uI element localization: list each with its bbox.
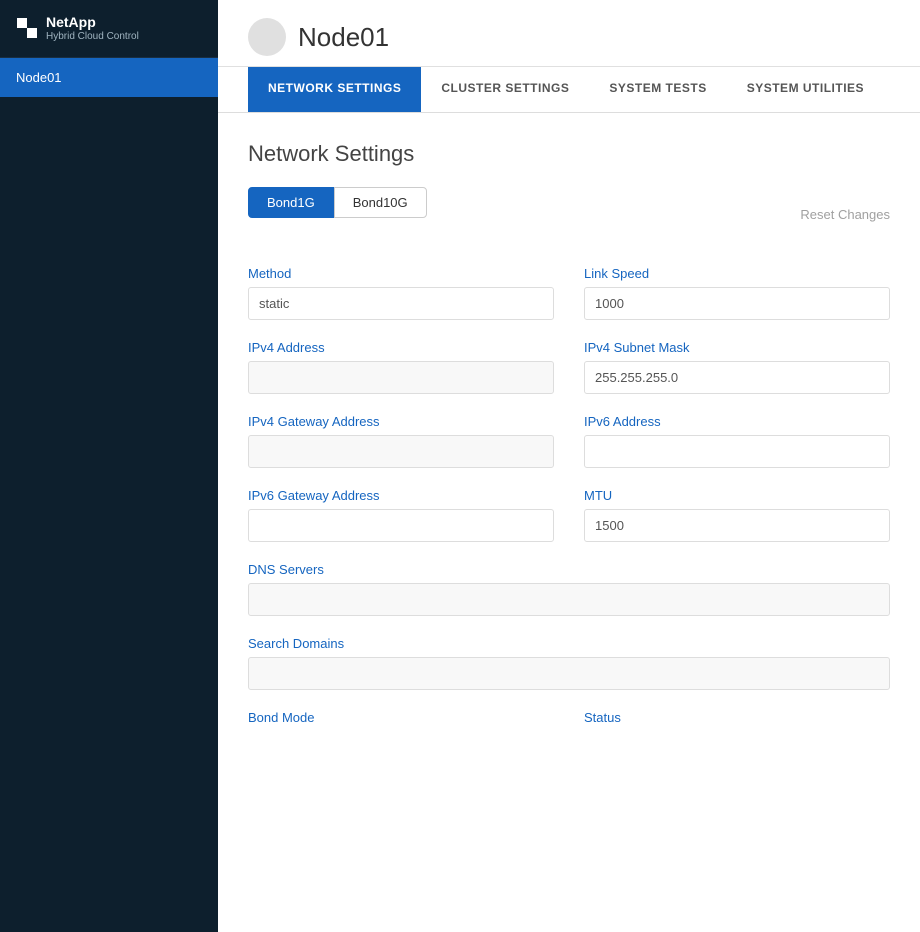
mtu-label: MTU <box>584 488 890 503</box>
ipv4-gateway-label: IPv4 Gateway Address <box>248 414 554 429</box>
link-speed-input[interactable] <box>584 287 890 320</box>
bond-tab-group: Bond1G Bond10G <box>248 187 427 218</box>
page-title: Node01 <box>298 22 389 53</box>
network-form: Method Link Speed IPv4 Address IPv4 Subn… <box>248 266 890 725</box>
bond-tab-bond1g[interactable]: Bond1G <box>248 187 334 218</box>
sidebar: NetApp Hybrid Cloud Control Node01 <box>0 0 218 932</box>
reset-changes-link[interactable]: Reset Changes <box>800 207 890 222</box>
field-ipv4-subnet: IPv4 Subnet Mask <box>584 340 890 394</box>
ipv4-address-input[interactable] <box>248 361 554 394</box>
netapp-logo-icon <box>16 17 38 39</box>
sidebar-logo: NetApp Hybrid Cloud Control <box>0 0 218 58</box>
status-label: Status <box>584 710 890 725</box>
content-area: Network Settings Bond1G Bond10G Reset Ch… <box>218 113 920 753</box>
tab-cluster-settings[interactable]: CLUSTER SETTINGS <box>421 67 589 112</box>
logo-name: NetApp <box>46 14 139 31</box>
tab-system-utilities[interactable]: SYSTEM UTILITIES <box>727 67 884 112</box>
tab-network-settings[interactable]: NETWORK SETTINGS <box>248 67 421 112</box>
link-speed-label: Link Speed <box>584 266 890 281</box>
logo-subtitle: Hybrid Cloud Control <box>46 31 139 43</box>
field-link-speed: Link Speed <box>584 266 890 320</box>
dns-servers-input[interactable] <box>248 583 890 616</box>
bond-mode-label: Bond Mode <box>248 710 554 725</box>
node-avatar <box>248 18 286 56</box>
field-status: Status <box>584 710 890 725</box>
ipv4-subnet-input[interactable] <box>584 361 890 394</box>
main-content: Node01 NETWORK SETTINGS CLUSTER SETTINGS… <box>218 0 920 932</box>
method-input[interactable] <box>248 287 554 320</box>
tab-system-tests[interactable]: SYSTEM TESTS <box>589 67 726 112</box>
ipv4-address-label: IPv4 Address <box>248 340 554 355</box>
ipv6-address-input[interactable] <box>584 435 890 468</box>
field-ipv6-address: IPv6 Address <box>584 414 890 468</box>
section-title: Network Settings <box>248 141 890 167</box>
field-mtu: MTU <box>584 488 890 542</box>
page-header: Node01 <box>218 0 920 67</box>
search-domains-input[interactable] <box>248 657 890 690</box>
logo-text: NetApp Hybrid Cloud Control <box>46 14 139 43</box>
method-label: Method <box>248 266 554 281</box>
sidebar-item-node01[interactable]: Node01 <box>0 58 218 97</box>
bond-tab-bond10g[interactable]: Bond10G <box>334 187 427 218</box>
field-bond-mode: Bond Mode <box>248 710 554 725</box>
field-method: Method <box>248 266 554 320</box>
ipv4-subnet-label: IPv4 Subnet Mask <box>584 340 890 355</box>
ipv6-address-label: IPv6 Address <box>584 414 890 429</box>
search-domains-label: Search Domains <box>248 636 890 651</box>
field-ipv6-gateway: IPv6 Gateway Address <box>248 488 554 542</box>
mtu-input[interactable] <box>584 509 890 542</box>
ipv4-gateway-input[interactable] <box>248 435 554 468</box>
tab-bar: NETWORK SETTINGS CLUSTER SETTINGS SYSTEM… <box>218 67 920 113</box>
field-dns-servers: DNS Servers <box>248 562 890 616</box>
ipv6-gateway-input[interactable] <box>248 509 554 542</box>
field-ipv4-address: IPv4 Address <box>248 340 554 394</box>
ipv6-gateway-label: IPv6 Gateway Address <box>248 488 554 503</box>
dns-servers-label: DNS Servers <box>248 562 890 577</box>
field-ipv4-gateway: IPv4 Gateway Address <box>248 414 554 468</box>
bond-tabs-row: Bond1G Bond10G Reset Changes <box>248 187 890 242</box>
field-search-domains: Search Domains <box>248 636 890 690</box>
